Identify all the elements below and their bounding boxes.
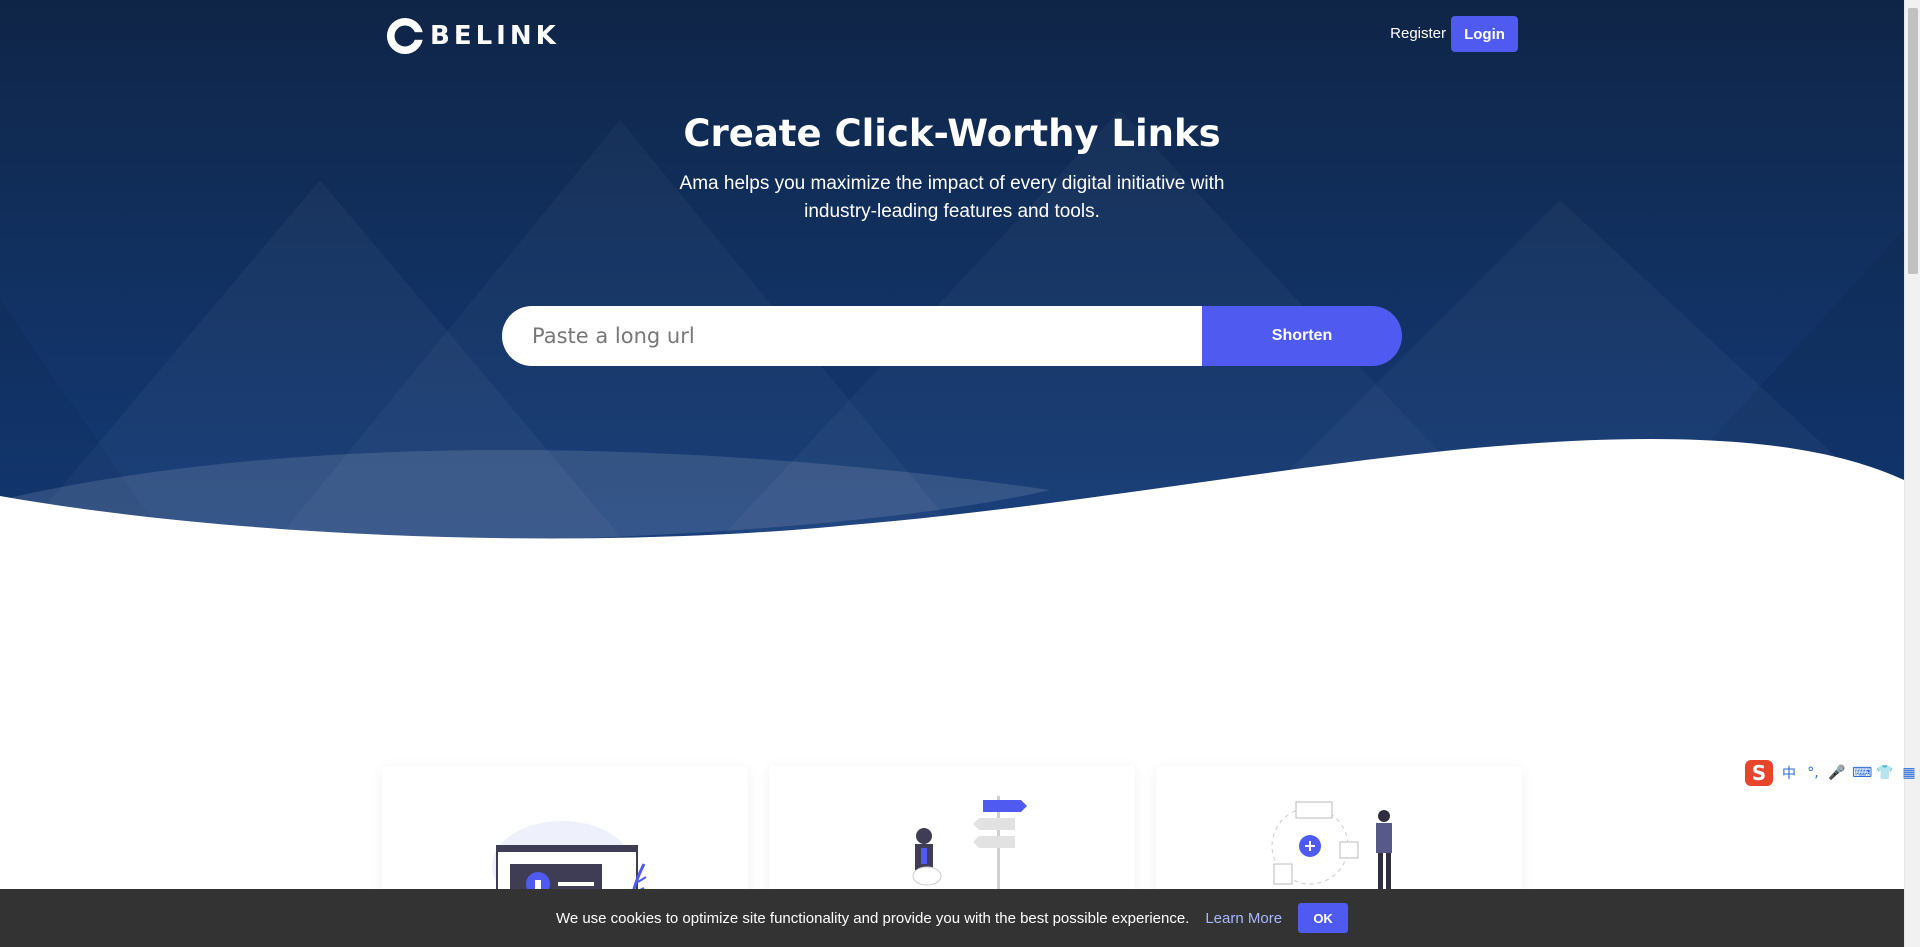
ime-chinese-mode-icon[interactable]: 中 xyxy=(1780,763,1798,783)
ime-punctuation-icon[interactable]: °, xyxy=(1804,765,1822,781)
hero-wave xyxy=(0,439,1904,560)
login-button[interactable]: Login xyxy=(1451,16,1518,52)
hero-subtitle: Ama helps you maximize the impact of eve… xyxy=(679,173,1225,222)
svg-text:S: S xyxy=(1752,761,1766,785)
viewport: BELINK Register Login Create Click-Worth… xyxy=(0,0,1904,947)
hero-section xyxy=(0,0,1904,560)
shorten-form: Shorten xyxy=(502,306,1402,366)
add-content-icon xyxy=(1271,801,1392,896)
ime-toolbar: S 中 °, 🎤 ⌨ 👕 ▦ xyxy=(1744,758,1920,788)
shorten-button[interactable]: Shorten xyxy=(1202,306,1402,366)
ime-skin-icon[interactable]: 👕 xyxy=(1876,765,1894,781)
register-link[interactable]: Register xyxy=(1390,16,1446,52)
cookie-ok-button[interactable]: OK xyxy=(1298,903,1349,933)
page: BELINK Register Login Create Click-Worth… xyxy=(0,0,1920,947)
hero-title: Create Click-Worthy Links xyxy=(683,112,1221,155)
ime-voice-icon[interactable]: 🎤 xyxy=(1828,765,1846,781)
vertical-scrollbar[interactable] xyxy=(1904,0,1920,947)
ime-keyboard-icon[interactable]: ⌨ xyxy=(1852,765,1872,781)
ime-toolbox-icon[interactable]: ▦ xyxy=(1900,765,1918,781)
logo-mark-icon xyxy=(386,17,424,55)
sogou-logo-icon[interactable]: S xyxy=(1744,759,1774,787)
logo[interactable]: BELINK xyxy=(386,16,560,56)
security-lock-icon xyxy=(492,821,647,896)
scrollbar-thumb[interactable] xyxy=(1908,8,1918,274)
signpost-icon xyxy=(912,796,1027,896)
top-nav: BELINK Register Login xyxy=(386,16,1518,56)
logo-text: BELINK xyxy=(430,21,560,51)
cookie-learn-more-link[interactable]: Learn More xyxy=(1205,910,1282,927)
cookie-banner: We use cookies to optimize site function… xyxy=(0,889,1904,947)
long-url-input[interactable] xyxy=(502,306,1202,366)
cookie-message: We use cookies to optimize site function… xyxy=(555,909,1190,927)
